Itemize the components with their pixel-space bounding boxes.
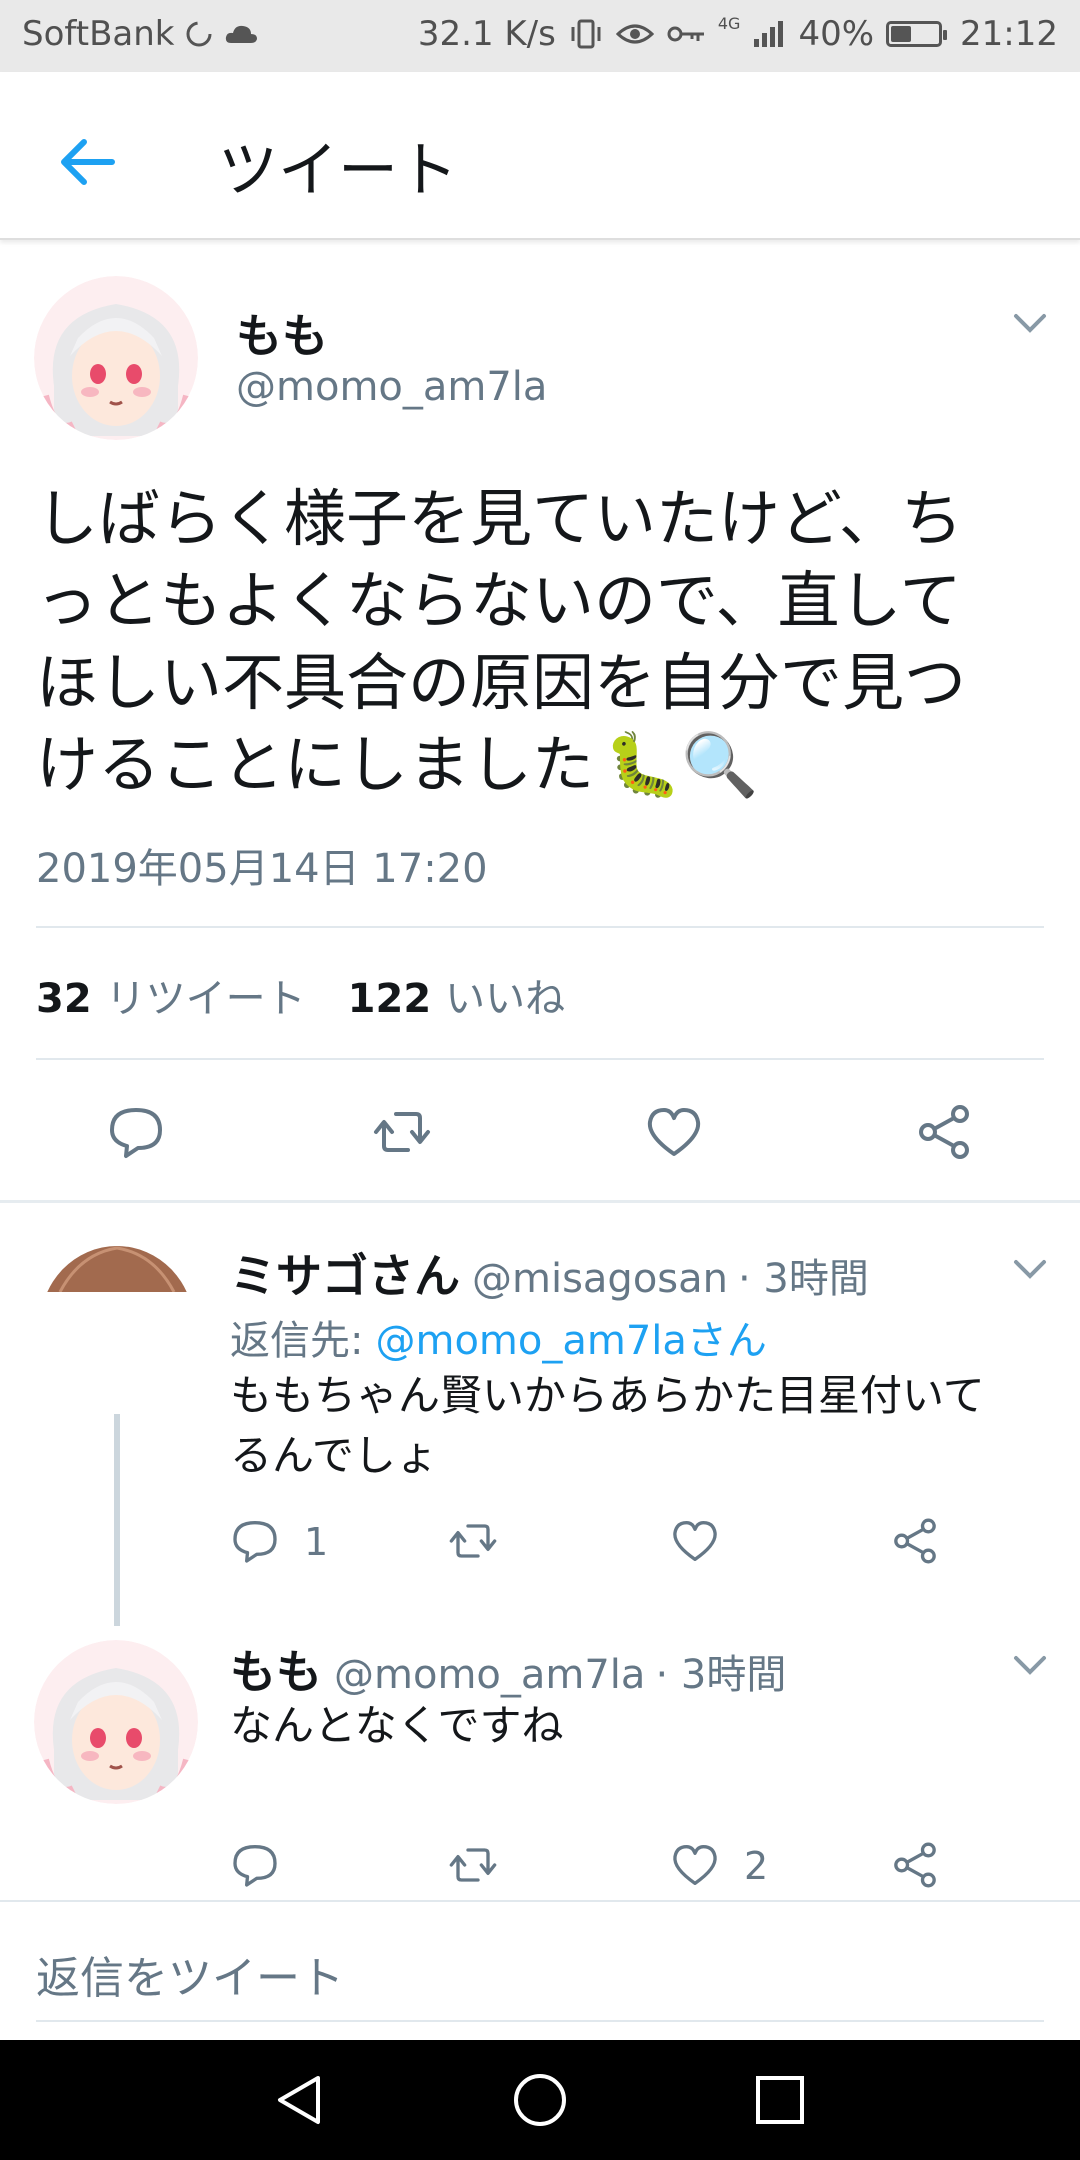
retweet-count[interactable]: 32 — [36, 976, 92, 1022]
reply-icon[interactable] — [230, 1840, 280, 1890]
chevron-down-icon[interactable] — [1010, 1254, 1050, 1282]
reply-input[interactable]: 返信をツイート — [36, 1942, 344, 2006]
tweet-timestamp[interactable]: 2019年05月14日 17:20 — [36, 836, 488, 894]
nav-home-icon[interactable] — [510, 2070, 570, 2130]
app-bar: ツイート — [0, 72, 1080, 240]
reply-to-handle[interactable]: @momo_am7laさん — [375, 1308, 766, 1366]
tweet-emoji: 🐛🔍 — [604, 728, 759, 801]
reply-icon[interactable] — [106, 1102, 166, 1162]
like-heart-icon[interactable] — [670, 1840, 720, 1890]
nav-back-icon[interactable] — [270, 2070, 330, 2130]
divider — [36, 1058, 1044, 1060]
reply-text-line: なんとなくですね — [230, 1701, 564, 1750]
network-type: 4G — [717, 14, 741, 33]
reply-text-line: ももちゃん賢いからあらかた目星付いて — [230, 1371, 985, 1420]
chevron-down-icon[interactable] — [1010, 308, 1050, 336]
like-label[interactable]: いいね — [445, 966, 565, 1024]
tweet-text: しばらく様子を見ていたけど、ち っともよくならないので、直して ほしい不具合の原… — [36, 478, 966, 806]
reply-author-handle[interactable]: @momo_am7la — [334, 1652, 645, 1698]
reply-header: ミサゴさん @misagosan · 3時間 — [230, 1240, 869, 1306]
like-count: 2 — [744, 1844, 769, 1888]
signal-icon — [754, 21, 784, 47]
like-count[interactable]: 122 — [348, 976, 432, 1022]
reply-avatar-partial[interactable] — [40, 1244, 194, 1292]
author-handle[interactable]: @momo_am7la — [236, 364, 547, 410]
avatar-image — [34, 276, 198, 440]
chevron-down-icon[interactable] — [1010, 1650, 1050, 1678]
reply-author-name[interactable]: ミサゴさん — [230, 1240, 460, 1306]
battery-percent: 40% — [798, 14, 875, 54]
network-speed: 32.1 K/s — [417, 14, 556, 54]
retweet-label[interactable]: リツイート — [106, 966, 306, 1024]
divider — [36, 926, 1044, 928]
tweet-text-line: しばらく様子を見ていたけど、ち — [36, 482, 963, 555]
reply-header: もも @momo_am7la · 3時間 — [230, 1636, 786, 1702]
author-name[interactable]: もも — [236, 300, 328, 366]
divider — [0, 1900, 1080, 1902]
carrier-label: SoftBank — [22, 14, 175, 54]
tweet-text-line: っともよくならないので、直して — [36, 564, 962, 637]
page-title: ツイート — [218, 136, 458, 206]
reply-input-underline — [36, 2020, 1044, 2022]
android-nav-bar — [0, 2040, 1080, 2160]
tweet-text-line: けることにしました — [36, 728, 595, 801]
battery-icon — [886, 21, 948, 47]
reply-text: ももちゃん賢いからあらかた目星付いて るんでしょ — [230, 1366, 985, 1486]
reply-icon[interactable] — [230, 1516, 280, 1566]
vibrate-icon — [571, 19, 601, 49]
reply-time: · 3時間 — [655, 1652, 787, 1698]
reply-to-line: 返信先: @momo_am7laさん — [230, 1308, 767, 1366]
share-icon[interactable] — [890, 1840, 940, 1890]
key-icon — [667, 26, 704, 42]
battery-level — [891, 26, 912, 42]
engagement-stats: 32 リツイート 122 いいね — [36, 966, 565, 1024]
avatar-image — [47, 1246, 187, 1292]
like-heart-icon[interactable] — [644, 1102, 704, 1162]
share-icon[interactable] — [890, 1516, 940, 1566]
reply-count: 1 — [304, 1520, 329, 1564]
tweet-text-line: ほしい不具合の原因を自分で見つ — [36, 646, 967, 719]
reply-to-label: 返信先: — [230, 1318, 364, 1364]
section-divider — [0, 1200, 1080, 1203]
share-icon[interactable] — [914, 1102, 974, 1162]
eye-icon — [615, 24, 654, 44]
status-bar: SoftBank 32.1 K/s 4G 40% 21:12 — [0, 0, 1080, 72]
reply-author-handle[interactable]: @misagosan — [472, 1256, 728, 1302]
cloud-icon — [225, 25, 257, 43]
sync-icon — [186, 21, 211, 47]
reply-time: · 3時間 — [738, 1256, 869, 1302]
retweet-icon[interactable] — [372, 1102, 432, 1162]
reply-text: なんとなくですね — [230, 1696, 563, 1756]
clock: 21:12 — [960, 14, 1058, 54]
like-heart-icon[interactable] — [670, 1516, 720, 1566]
retweet-icon[interactable] — [448, 1840, 498, 1890]
avatar[interactable] — [34, 1640, 198, 1804]
avatar-image — [34, 1640, 198, 1804]
reply-author-name[interactable]: もも — [230, 1636, 322, 1702]
avatar[interactable] — [34, 276, 198, 440]
nav-recents-icon[interactable] — [750, 2070, 810, 2130]
thread-line — [114, 1414, 120, 1626]
retweet-icon[interactable] — [448, 1516, 498, 1566]
reply-text-line: るんでしょ — [230, 1431, 438, 1480]
back-arrow-icon[interactable] — [56, 130, 120, 194]
